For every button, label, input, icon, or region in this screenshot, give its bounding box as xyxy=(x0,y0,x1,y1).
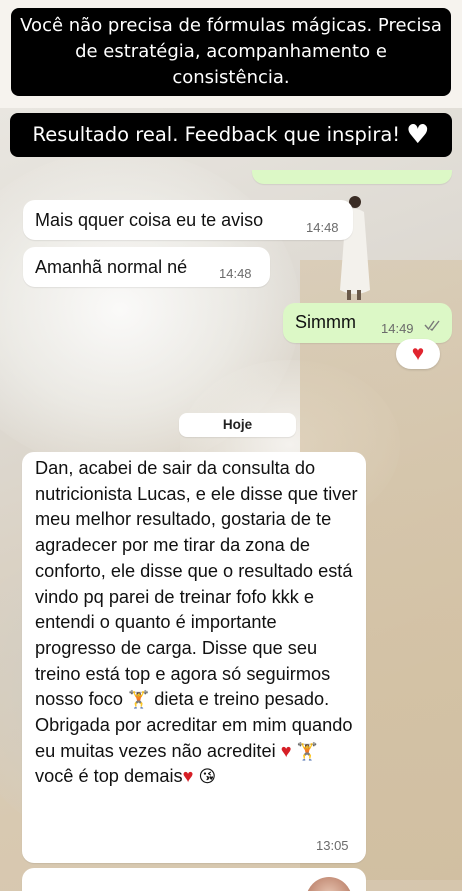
story-caption-middle: Resultado real. Feedback que inspira! ♥ xyxy=(10,113,452,157)
reaction-badge[interactable]: ♥ xyxy=(396,339,440,369)
message-paragraph: você é top demais xyxy=(35,766,183,787)
message-text: Mais qquer coisa eu te aviso xyxy=(35,210,264,230)
message-time: 14:48 xyxy=(306,220,339,235)
red-heart-icon: ♥ xyxy=(280,740,292,761)
red-heart-icon: ♥ xyxy=(182,766,194,787)
red-heart-icon: ♥ xyxy=(411,342,425,365)
message-time: 13:05 xyxy=(316,838,349,853)
kissing-face-icon: 😘 xyxy=(198,767,217,787)
caption-text: Resultado real. Feedback que inspira! xyxy=(32,123,401,146)
date-divider: Hoje xyxy=(179,413,296,437)
weightlifter-icon: 🏋 xyxy=(296,741,318,761)
story-frame: Você não precisa de fórmulas mágicas. Pr… xyxy=(0,0,462,891)
message-bubble-incoming[interactable]: Mais qquer coisa eu te aviso 14:48 xyxy=(23,200,353,240)
message-bubble-outgoing[interactable]: Simmm 14:49 xyxy=(283,303,452,343)
message-text: Dan, acabei de sair da consulta do nutri… xyxy=(35,456,361,790)
message-time: 14:49 xyxy=(381,321,414,336)
double-check-icon xyxy=(424,320,440,331)
story-caption-top: Você não precisa de fórmulas mágicas. Pr… xyxy=(11,8,451,96)
message-bubble-incoming[interactable]: Amanhã normal né 14:48 xyxy=(23,247,270,287)
message-time: 14:48 xyxy=(219,266,252,281)
weightlifter-icon: 🏋 xyxy=(128,690,150,710)
message-text: Simmm xyxy=(295,312,356,332)
message-paragraph: Dan, acabei de sair da consulta do nutri… xyxy=(35,458,358,710)
message-text: Amanhã normal né xyxy=(35,257,188,277)
message-bubble-incoming[interactable]: Dan, acabei de sair da consulta do nutri… xyxy=(22,452,366,863)
previous-message-bubble[interactable] xyxy=(252,170,452,184)
white-heart-icon: ♥ xyxy=(406,120,430,150)
